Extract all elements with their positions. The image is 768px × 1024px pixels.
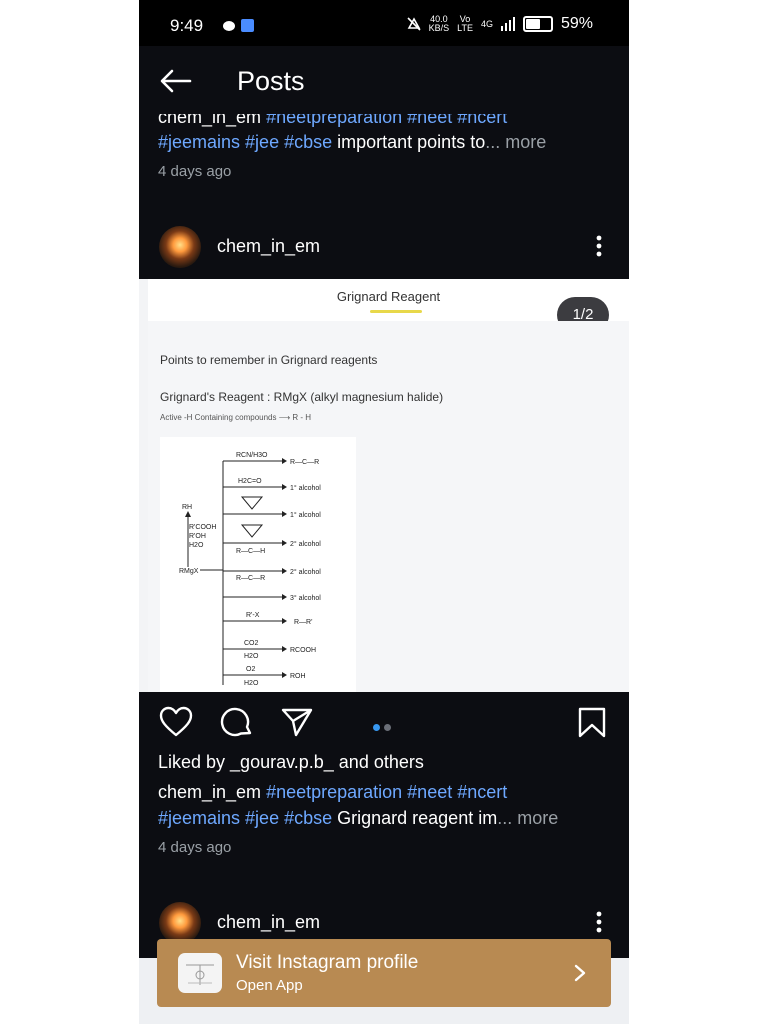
slide-line-heading: Points to remember in Grignard reagents	[160, 353, 378, 367]
diagram-ketone-2: R—C—R	[236, 575, 265, 582]
kebab-menu-icon[interactable]	[591, 234, 607, 258]
prev-post-caption-line2: #jeemains #jee #cbse important points to…	[158, 129, 613, 155]
banner-subtitle: Open App	[236, 977, 303, 994]
post-caption-text: Grignard reagent im	[332, 808, 498, 828]
avatar[interactable]	[159, 226, 201, 268]
slide-line-definition: Grignard's Reagent : RMgX (alkyl magnesi…	[160, 390, 444, 404]
diagram-h2co: H2C=O	[238, 478, 262, 485]
diagram-h2o-b: H2O	[244, 680, 259, 687]
post-username[interactable]: chem_in_em	[217, 236, 320, 257]
diagram-alcohol-3: 3° alcohol	[290, 594, 321, 602]
net-speed-unit: KB/S	[428, 23, 450, 33]
diagram-co2: CO2	[244, 640, 259, 647]
prev-post-more-link[interactable]: ... more	[485, 132, 546, 152]
heart-icon[interactable]	[159, 706, 193, 738]
diagram-reagent-3: H2O	[189, 542, 204, 549]
status-right: 40.0 KB/S Vo LTE 4G 59%	[407, 15, 593, 33]
notification-icons	[223, 19, 254, 32]
banner-title: Visit Instagram profile	[236, 952, 419, 973]
diagram-rh: RH	[182, 504, 192, 511]
diagram-aldehyde: R—C—H	[236, 548, 265, 555]
bookmark-icon[interactable]	[575, 706, 609, 738]
prev-post-caption-text: important points to	[332, 132, 486, 152]
diagram-rr: R—R'	[294, 619, 312, 626]
app-header: Posts	[139, 46, 629, 114]
diagram-o2: O2	[246, 666, 255, 673]
post-caption-tags1[interactable]: #neetpreparation #neet #ncert	[261, 782, 507, 802]
prev-post-time: 4 days ago	[158, 163, 232, 180]
carousel-dot	[384, 724, 391, 731]
slide-title-underline	[370, 310, 422, 313]
post-caption-user[interactable]: chem_in_em	[158, 782, 261, 802]
status-bar: 9:49 40.0 KB/S Vo LTE 4G 59%	[139, 0, 629, 46]
banner-thumbnail-art	[186, 964, 214, 985]
liked-by: Liked by _gourav.p.b_ and others	[158, 752, 424, 773]
liked-prefix: Liked by	[158, 752, 231, 772]
next-post-avatar[interactable]	[159, 902, 201, 944]
page-title: Posts	[237, 66, 305, 96]
reaction-diagram-svg: RH R'COOH R'OH H2O RMgX RCN/H3O R—C—R H2…	[179, 452, 321, 687]
diagram-alcohol-1b: 1° alcohol	[290, 511, 321, 519]
volte-bottom: LTE	[457, 23, 473, 33]
carousel-dot-active	[373, 724, 380, 731]
battery-percent: 59%	[560, 15, 593, 32]
post-actions	[139, 692, 629, 752]
post-caption-line1: chem_in_em #neetpreparation #neet #ncert	[158, 779, 613, 805]
slide-title: Grignard Reagent	[336, 289, 441, 304]
diagram-alcohol-2b: 2° alcohol	[290, 568, 321, 576]
diagram-rmgx: RMgX	[179, 568, 199, 575]
post-image-carousel[interactable]: Grignard Reagent 1/2 Points to remember …	[139, 279, 629, 692]
diagram-rx: R'-X	[246, 612, 260, 619]
diagram-alcohol-2a: 2° alcohol	[290, 540, 321, 548]
post-more-link[interactable]: ... more	[497, 808, 558, 828]
post-caption-tags2[interactable]: #jeemains #jee #cbse	[158, 808, 332, 828]
diagram-roh: ROH	[290, 673, 306, 680]
net-speed: 40.0 KB/S	[429, 15, 450, 33]
slide-body: Points to remember in Grignard reagents …	[148, 321, 629, 692]
open-app-banner[interactable]: Visit Instagram profile Open App	[157, 939, 611, 1007]
signal-icon	[500, 17, 515, 31]
carousel-dots	[373, 718, 395, 736]
chevron-right-icon[interactable]	[571, 963, 589, 983]
liked-suffix[interactable]: and others	[334, 752, 424, 772]
diagram-rcooh: RCOOH	[290, 647, 316, 654]
diagram-reagent-1: R'COOH	[189, 524, 216, 531]
next-post-kebab-menu-icon[interactable]	[591, 910, 607, 934]
banner-thumbnail	[178, 953, 222, 993]
volte-label: Vo LTE	[457, 15, 473, 33]
prev-post-caption-tags2[interactable]: #jeemains #jee #cbse	[158, 132, 332, 152]
reaction-diagram: RH R'COOH R'OH H2O RMgX RCN/H3O R—C—R H2…	[160, 437, 356, 692]
post-caption-line2: #jeemains #jee #cbse Grignard reagent im…	[158, 805, 613, 831]
diagram-reagent-2: R'OH	[189, 533, 206, 540]
battery-icon	[522, 16, 553, 32]
comment-icon[interactable]	[220, 706, 254, 738]
slide-line-active-h: Active -H Containing compounds ⟶ R - H	[160, 413, 312, 422]
post-time: 4 days ago	[158, 839, 232, 856]
status-time: 9:49	[170, 16, 204, 35]
diagram-ketone: R—C—R	[290, 459, 319, 466]
diagram-alcohol-1a: 1° alcohol	[290, 484, 321, 492]
diagram-rcn: RCN/H3O	[236, 452, 268, 459]
signal-label: 4G	[480, 18, 493, 29]
post-header: chem_in_em	[139, 220, 629, 274]
next-post-username[interactable]: chem_in_em	[217, 912, 320, 933]
back-arrow-icon[interactable]	[159, 68, 193, 94]
mute-icon	[407, 17, 421, 31]
phone-screen: 9:49 40.0 KB/S Vo LTE 4G 59% chem_in_em #n…	[139, 0, 629, 1024]
diagram-h2o-a: H2O	[244, 653, 259, 660]
share-icon[interactable]	[280, 706, 314, 738]
liked-user[interactable]: _gourav.p.b_	[230, 752, 334, 772]
